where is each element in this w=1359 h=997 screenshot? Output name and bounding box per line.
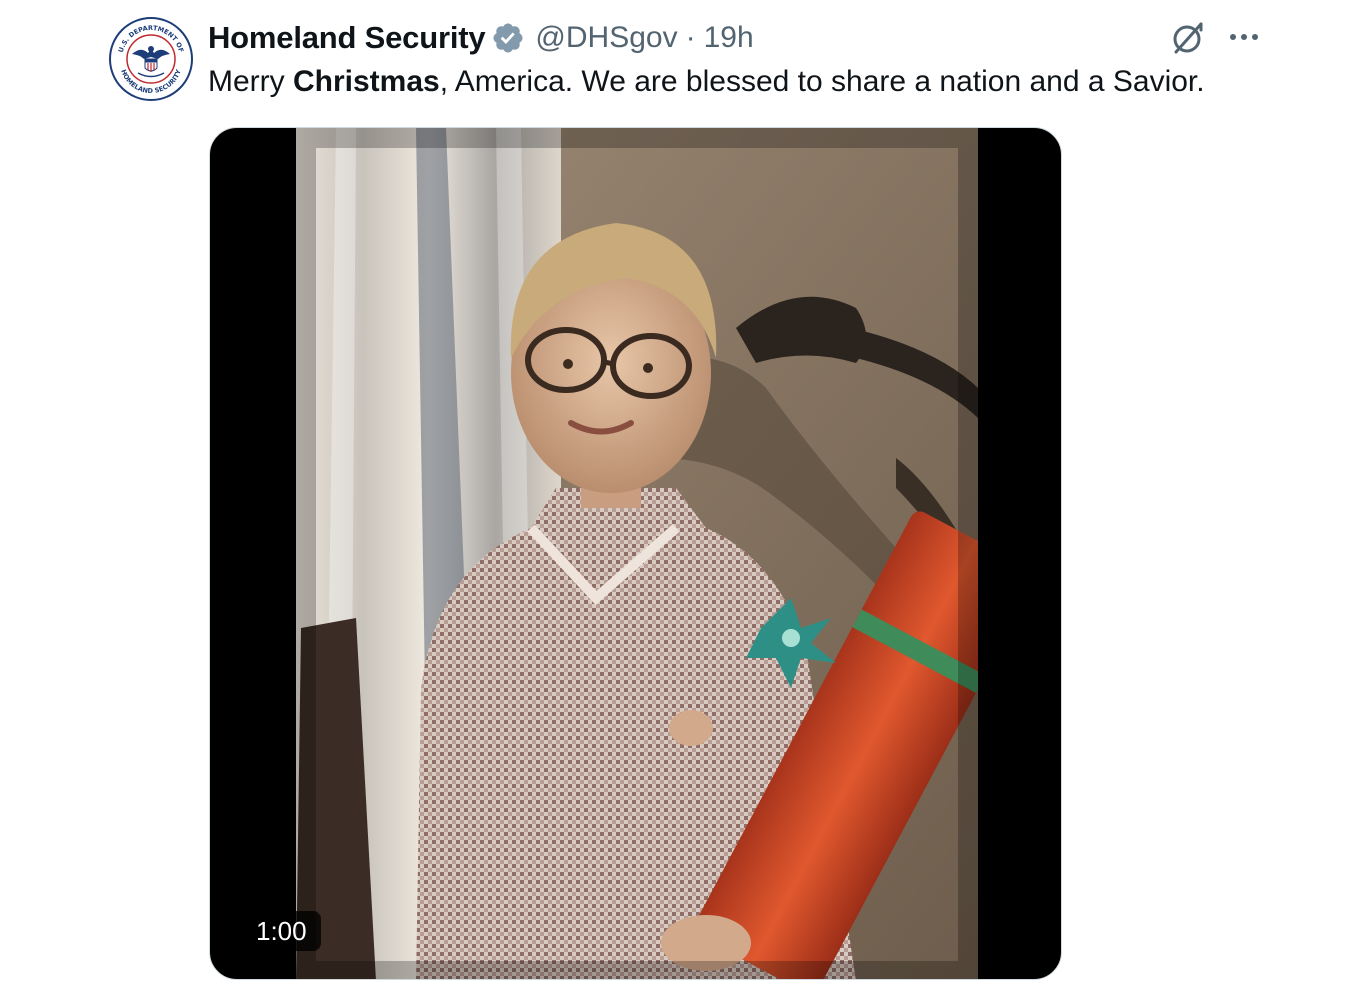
- author-handle[interactable]: @DHSgov: [535, 21, 677, 55]
- more-dot: [1241, 34, 1247, 40]
- tweet-text: Merry Christmas, America. We are blessed…: [208, 62, 1205, 102]
- more-dot: [1252, 34, 1258, 40]
- video-duration-badge: 1:00: [242, 911, 321, 951]
- author-display-name[interactable]: Homeland Security: [208, 20, 486, 56]
- tweet-header: Homeland Security @DHSgov · 19h: [208, 17, 754, 59]
- separator-dot: ·: [685, 21, 696, 54]
- video-thumbnail[interactable]: [296, 128, 978, 979]
- more-dot: [1230, 34, 1236, 40]
- video-player[interactable]: 1:00: [209, 127, 1062, 980]
- avatar[interactable]: U.S. DEPARTMENT OF HOMELAND SECURITY: [108, 16, 194, 102]
- grok-icon[interactable]: [1168, 18, 1208, 58]
- tweet-timestamp[interactable]: 19h: [704, 21, 754, 55]
- more-options-icon[interactable]: [1224, 20, 1264, 54]
- tweet-text-part1: Merry: [208, 65, 293, 98]
- tweet[interactable]: U.S. DEPARTMENT OF HOMELAND SECURITY Hom…: [0, 0, 1359, 997]
- tweet-text-part3: , America. We are blessed to share a nat…: [439, 65, 1205, 98]
- verified-badge-icon[interactable]: [491, 21, 525, 55]
- tweet-text-bold: Christmas: [293, 65, 440, 98]
- dhs-seal-icon: U.S. DEPARTMENT OF HOMELAND SECURITY: [109, 17, 193, 101]
